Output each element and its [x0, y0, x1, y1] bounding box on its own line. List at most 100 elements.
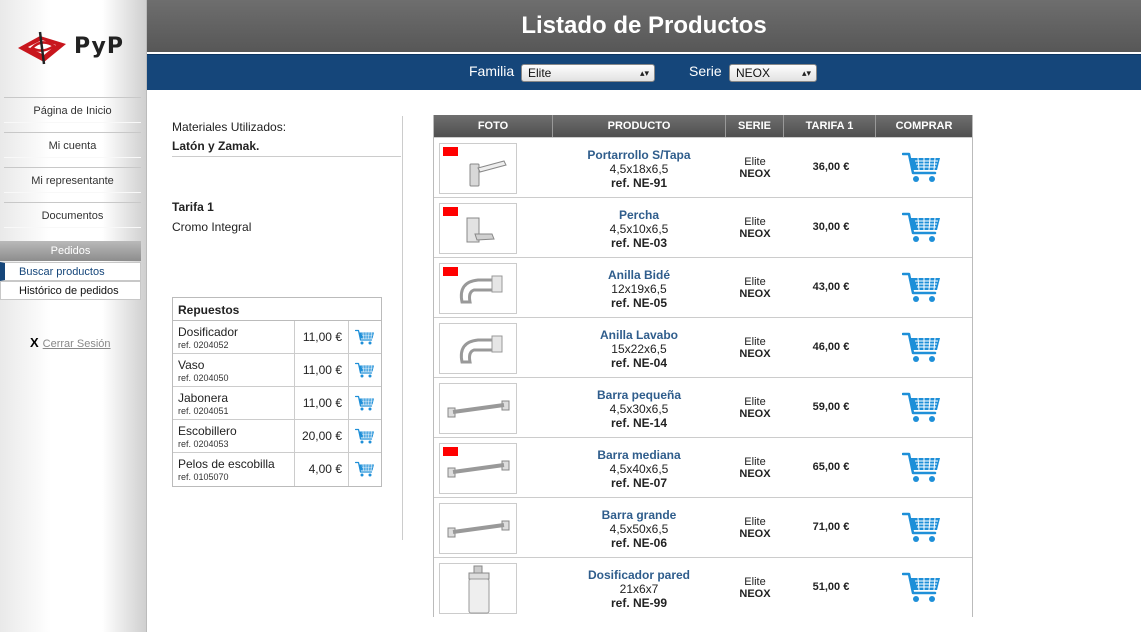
product-familia: Elite [744, 456, 766, 468]
product-serie: Elite NEOX [725, 576, 785, 600]
sidebar-item-mi-cuenta[interactable]: Mi cuenta [4, 132, 141, 158]
materiales-info: Materiales Utilizados: Latón y Zamak. [172, 118, 286, 156]
materiales-label: Materiales Utilizados: [172, 120, 287, 134]
product-image[interactable] [439, 143, 517, 194]
serie-value: NEOX [736, 66, 771, 80]
table-row: Portarrollo S/Tapa 4,5x18x6,5 ref. NE-91… [434, 137, 972, 197]
cart-icon[interactable] [354, 362, 375, 379]
product-name-link[interactable]: Barra pequeña [554, 388, 724, 402]
product-image[interactable] [439, 503, 517, 554]
add-to-cart-icon[interactable] [901, 571, 942, 605]
sidebar-item-mi-representante[interactable]: Mi representante [4, 167, 141, 193]
add-to-cart-icon[interactable] [901, 391, 942, 425]
product-ref: ref. NE-91 [610, 176, 668, 190]
sidebar-item-buscar-productos[interactable]: Buscar productos [0, 262, 141, 281]
repuesto-price: 11,00 € [294, 321, 349, 354]
product-serie: Elite NEOX [725, 516, 785, 540]
repuesto-row: Jabonera ref. 0204051 11,00 € [173, 387, 381, 420]
product-name-link[interactable]: Dosificador pared [554, 568, 724, 582]
product-serie-name: NEOX [739, 588, 771, 600]
familia-value: Elite [528, 66, 552, 80]
product-ref: ref. NE-99 [610, 596, 668, 610]
table-row: Anilla Bidé 12x19x6,5 ref. NE-05 Elite N… [434, 257, 972, 317]
new-flag-badge [443, 267, 458, 276]
product-price: 71,00 € [812, 521, 850, 533]
product-name-link[interactable]: Barra mediana [554, 448, 724, 462]
product-image[interactable] [439, 563, 517, 614]
product-serie-name: NEOX [739, 408, 771, 420]
page-header: Listado de Productos [147, 0, 1141, 52]
materiales-value: Latón y Zamak. [172, 139, 260, 153]
product-familia: Elite [744, 396, 766, 408]
product-familia: Elite [744, 156, 766, 168]
repuestos-table: Repuestos Dosificador ref. 0204052 11,00… [172, 297, 382, 487]
cart-icon[interactable] [354, 461, 375, 478]
serie-select[interactable]: NEOX ▴▾ [729, 64, 817, 82]
repuesto-row: Vaso ref. 0204050 11,00 € [173, 354, 381, 387]
product-serie: Elite NEOX [725, 336, 785, 360]
product-familia: Elite [744, 216, 766, 228]
product-familia: Elite [744, 336, 766, 348]
familia-label: Familia [469, 63, 515, 79]
product-ref: ref. NE-14 [610, 416, 668, 430]
cart-icon[interactable] [354, 329, 375, 346]
repuesto-row: Pelos de escobilla ref. 0105070 4,00 € [173, 453, 381, 486]
add-to-cart-icon[interactable] [901, 331, 942, 365]
cart-icon[interactable] [354, 428, 375, 445]
sidebar-item-documentos[interactable]: Documentos [4, 202, 141, 228]
filter-bar: Familia Elite ▴▾ Serie NEOX ▴▾ [147, 54, 1141, 90]
product-ref: ref. NE-07 [610, 476, 668, 490]
new-flag-badge [443, 447, 458, 456]
cart-icon[interactable] [354, 395, 375, 412]
sidebar-item-historico-pedidos[interactable]: Histórico de pedidos [0, 281, 141, 300]
brand-name: PyP [74, 34, 124, 59]
sidebar-section-pedidos[interactable]: Pedidos [0, 241, 141, 261]
table-row: Percha 4,5x10x6,5 ref. NE-03 Elite NEOX … [434, 197, 972, 257]
add-to-cart-icon[interactable] [901, 211, 942, 245]
product-image[interactable] [439, 383, 517, 434]
product-image[interactable] [439, 323, 517, 374]
product-name-link[interactable]: Barra grande [554, 508, 724, 522]
product-dimensions: 4,5x10x6,5 [609, 222, 669, 236]
repuesto-name: Escobillero [178, 424, 237, 438]
familia-select[interactable]: Elite ▴▾ [521, 64, 655, 82]
product-serie-name: NEOX [739, 468, 771, 480]
table-row: Barra mediana 4,5x40x6,5 ref. NE-07 Elit… [434, 437, 972, 497]
product-ref: ref. NE-03 [610, 236, 668, 250]
pyp-logo[interactable]: PyP [14, 28, 134, 68]
product-serie: Elite NEOX [725, 396, 785, 420]
table-row: Barra grande 4,5x50x6,5 ref. NE-06 Elite… [434, 497, 972, 557]
product-name-link[interactable]: Anilla Bidé [554, 268, 724, 282]
product-ref: ref. NE-04 [610, 356, 668, 370]
product-image[interactable] [439, 203, 517, 254]
divider [402, 116, 403, 540]
sidebar: PyP Página de Inicio Mi cuenta Mi repres… [0, 0, 147, 632]
product-serie-name: NEOX [739, 168, 771, 180]
add-to-cart-icon[interactable] [901, 151, 942, 185]
product-dimensions: 15x22x6,5 [611, 342, 667, 356]
repuesto-ref: ref. 0105070 [178, 472, 229, 482]
product-serie-name: NEOX [739, 288, 771, 300]
product-name-link[interactable]: Portarrollo S/Tapa [554, 148, 724, 162]
add-to-cart-icon[interactable] [901, 451, 942, 485]
new-flag-badge [443, 207, 458, 216]
repuesto-name: Jabonera [178, 391, 229, 405]
sidebar-item-inicio[interactable]: Página de Inicio [4, 97, 141, 123]
repuestos-title: Repuestos [173, 298, 381, 321]
logout-link[interactable]: X Cerrar Sesión [30, 335, 111, 350]
product-price: 65,00 € [812, 461, 850, 473]
repuesto-ref: ref. 0204051 [178, 406, 229, 416]
product-dimensions: 21x6x7 [619, 582, 659, 596]
acabado-value: Cromo Integral [172, 220, 252, 234]
repuesto-price: 4,00 € [294, 453, 349, 486]
select-arrows-icon: ▴▾ [801, 68, 811, 78]
product-image[interactable] [439, 263, 517, 314]
product-price: 30,00 € [812, 221, 850, 233]
product-image[interactable] [439, 443, 517, 494]
product-name-link[interactable]: Percha [554, 208, 724, 222]
product-serie: Elite NEOX [725, 216, 785, 240]
repuesto-row: Escobillero ref. 0204053 20,00 € [173, 420, 381, 453]
product-name-link[interactable]: Anilla Lavabo [554, 328, 724, 342]
add-to-cart-icon[interactable] [901, 511, 942, 545]
add-to-cart-icon[interactable] [901, 271, 942, 305]
